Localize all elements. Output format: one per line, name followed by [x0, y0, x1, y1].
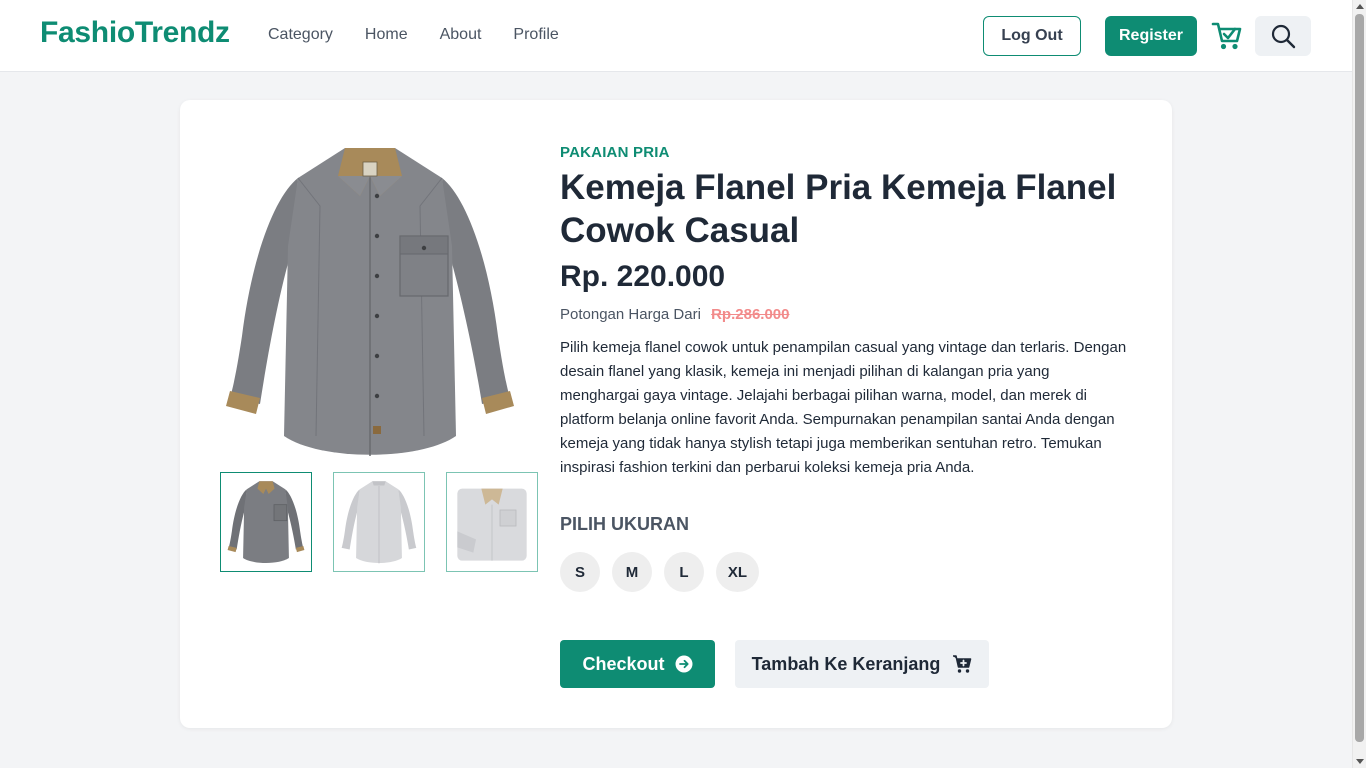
checkout-label: Checkout	[582, 653, 665, 674]
size-option-s[interactable]: S	[560, 552, 600, 592]
product-main-image	[220, 136, 520, 466]
nav-category[interactable]: Category	[268, 26, 333, 44]
discount-info: Potongan Harga Dari Rp.286.000	[560, 306, 789, 323]
add-to-cart-label: Tambah Ke Keranjang	[751, 653, 941, 674]
product-category: PAKAIAN PRIA	[560, 144, 670, 161]
checkout-button[interactable]: Checkout	[560, 640, 715, 688]
search-button[interactable]	[1255, 16, 1311, 56]
product-price: Rp. 220.000	[560, 260, 726, 293]
cart-check-icon[interactable]	[1211, 20, 1243, 52]
size-options: S M L XL	[560, 552, 759, 592]
cart-plus-icon	[953, 655, 972, 673]
size-option-xl[interactable]: XL	[716, 552, 759, 592]
thumbnail-2[interactable]	[333, 472, 425, 572]
add-to-cart-button[interactable]: Tambah Ke Keranjang	[735, 640, 989, 688]
size-heading: PILIH UKURAN	[560, 514, 689, 534]
thumbnail-3[interactable]	[446, 472, 538, 572]
nav-about[interactable]: About	[440, 26, 482, 44]
product-card: PAKAIAN PRIA Kemeja Flanel Pria Kemeja F…	[180, 100, 1172, 728]
thumbnail-1[interactable]	[220, 472, 312, 572]
product-title: Kemeja Flanel Pria Kemeja Flanel Cowok C…	[560, 168, 1117, 250]
scroll-thumb[interactable]	[1355, 14, 1364, 742]
scroll-down-arrow-icon[interactable]	[1356, 759, 1364, 764]
main-nav: Category Home About Profile	[268, 26, 559, 44]
logo[interactable]: FashioTrendz	[40, 16, 230, 50]
nav-profile[interactable]: Profile	[513, 26, 558, 44]
search-icon	[1271, 24, 1296, 49]
arrow-right-circle-icon	[675, 655, 692, 673]
product-description: Pilih kemeja flanel cowok untuk penampil…	[560, 339, 1127, 476]
scroll-up-arrow-icon[interactable]	[1356, 4, 1364, 9]
nav-home[interactable]: Home	[365, 26, 408, 44]
size-option-l[interactable]: L	[664, 552, 704, 592]
page-scrollbar[interactable]	[1352, 0, 1366, 768]
top-navbar: FashioTrendz Category Home About Profile…	[0, 0, 1352, 72]
discount-label: Potongan Harga Dari	[560, 306, 701, 323]
size-option-m[interactable]: M	[612, 552, 652, 592]
old-price: Rp.286.000	[711, 306, 790, 323]
register-button[interactable]: Register	[1105, 16, 1197, 56]
logout-button[interactable]: Log Out	[983, 16, 1081, 56]
